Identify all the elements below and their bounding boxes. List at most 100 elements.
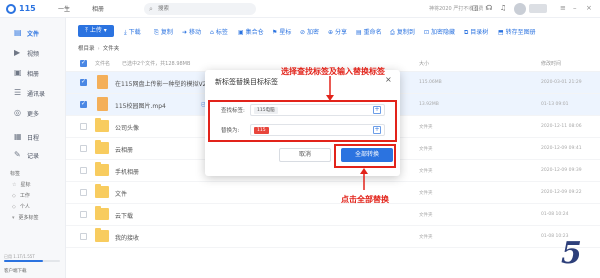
move-icon: ➜ [182,29,188,36]
note-icon: ✎ [14,150,21,159]
logo-mark-icon [6,4,16,14]
star-button[interactable]: ⚑ 星标 [272,27,291,36]
tag-label: 星标 [20,182,31,188]
client-download-link[interactable]: 客户端下载 [4,268,27,274]
copy-to-icon: ⎙ [390,29,395,36]
rename-label: 重命名 [363,29,382,36]
tag-label: 标签 [215,29,228,36]
collection-button[interactable]: ▣ 集合仓 [238,27,264,36]
tag-item-personal[interactable]: ◇ 个人 [12,203,30,210]
chevron-down-icon: ▾ [12,215,15,221]
sidebar-item-video[interactable]: ▶ 视频 [0,46,66,60]
copy-label: 复制 [160,29,173,36]
share-button[interactable]: ⊕ 分享 [328,27,347,36]
sidebar-item-files[interactable]: ▤ 文件 [0,26,66,40]
star-label: 星标 [279,29,292,36]
calendar-icon: ▦ [14,132,22,141]
sidebar-item-label: 更多 [27,111,40,118]
directory-tree-button[interactable]: ⧉ 目录树 [464,27,488,37]
download-icon: ⤓ [124,29,127,36]
close-icon[interactable]: × [385,75,392,84]
save-to-album-label: 转存至图册 [505,29,536,36]
storage-bar [4,260,60,262]
headset-icon[interactable]: ☊ [486,4,492,12]
sidebar-item-notes[interactable]: ✎ 记录 [0,148,66,162]
sidebar-item-label: 视频 [27,51,40,58]
breadcrumb-root[interactable]: 根目录 [78,46,95,52]
copy-to-button[interactable]: ⎙ 复制到 [390,27,415,37]
share-label: 分享 [335,29,348,36]
download-button[interactable]: ⤓ 下载 [124,27,141,37]
directory-tree-label: 目录树 [470,29,489,36]
annotation-note-select: 选择查找标签及输入替换标签 [281,67,385,76]
encrypt-label: 加密 [307,29,320,36]
tag-item-more[interactable]: ▾ 更多标签 [12,214,39,221]
watermark-logo: 5 [561,236,582,271]
nav-yisheng[interactable]: 一生 [58,4,70,13]
move-label: 移动 [189,29,202,36]
lock-icon: ⊘ [300,29,306,36]
tag-icon: ⌂ [210,29,214,36]
close-icon[interactable]: × [586,4,592,12]
tag-label: 个人 [19,204,30,210]
dialog-title: 新标签替换目标标签 [215,78,278,86]
star-icon: ⚑ [272,29,278,36]
promo-text[interactable]: 神将2020 严打不收收费 ！ [429,5,490,12]
rename-button[interactable]: ▤ 重命名 [356,27,382,36]
encrypt-hide-button[interactable]: ⊡ 加密隐藏 [424,27,455,36]
tag-icon: ◇ [12,193,16,199]
user-name-blurred[interactable] [529,4,547,13]
move-button[interactable]: ➜ 移动 [182,27,201,36]
avatar[interactable] [514,3,526,15]
tag-item-star[interactable]: ☆ 星标 [12,181,31,188]
encrypt-hide-label: 加密隐藏 [431,29,456,36]
tag-button[interactable]: ⌂ 标签 [210,27,228,36]
search-icon: ⌕ [149,5,153,13]
encrypt-button[interactable]: ⊘ 加密 [300,27,319,36]
contacts-icon: ☰ [14,88,22,97]
minimize-icon[interactable]: – [573,4,577,12]
sidebar-item-photos[interactable]: ▣ 相册 [0,66,66,80]
copy-button[interactable]: ⎘ 复制 [154,27,173,37]
breadcrumb-folder[interactable]: 文件夹 [103,46,120,52]
collection-icon: ▣ [238,29,244,36]
sidebar-item-more[interactable]: ◎ 更多 [0,106,66,120]
bell-icon[interactable]: ♫ [500,4,506,12]
sidebar-item-contacts[interactable]: ☰ 通讯录 [0,86,66,100]
annotation-note-click: 点击全部替换 [341,195,389,204]
tag-item-work[interactable]: ◇ 工作 [12,192,30,199]
annotation-highlight-button [334,144,396,168]
menu-icon[interactable]: ≡ [560,4,566,12]
album-icon: ⬒ [498,29,504,36]
cancel-button[interactable]: 取消 [279,148,331,162]
rename-icon: ▤ [356,29,362,36]
share-icon: ⊕ [328,29,334,36]
sidebar-item-label: 记录 [27,153,40,160]
sidebar-item-label: 通讯录 [27,91,46,98]
search-input[interactable] [158,4,253,14]
tag-label: 更多标签 [18,215,39,221]
tree-icon: ⧉ [464,29,469,36]
hide-icon: ⊡ [424,29,430,36]
sidebar-item-label: 日程 [27,135,40,142]
upload-button[interactable]: ⤒ 上传 ▾ [78,25,114,37]
sidebar-item-calendar[interactable]: ▦ 日程 [0,130,66,144]
gift-icon[interactable]: ◫ [472,4,479,12]
nav-album[interactable]: 相册 [92,4,104,13]
video-icon: ▶ [14,48,21,57]
file-icon: ▤ [14,28,22,37]
collection-label: 集合仓 [245,29,264,36]
sidebar-item-label: 文件 [27,31,40,38]
save-to-album-button[interactable]: ⬒ 转存至图册 [498,27,536,36]
storage-bar-fill [4,260,44,262]
sidebar-item-label: 相册 [27,71,40,78]
annotation-highlight-fields [208,100,397,142]
search-box[interactable]: ⌕ [144,3,256,15]
breadcrumb: 根目录 › 文件夹 [78,44,119,52]
tag-icon: ◇ [12,204,16,210]
app-logo[interactable]: 115 [6,3,38,15]
upload-label: 上传 [89,27,102,34]
logo-text: 115 [19,4,36,13]
chevron-right-icon: › [97,46,100,52]
chevron-down-icon: ▾ [101,27,107,34]
